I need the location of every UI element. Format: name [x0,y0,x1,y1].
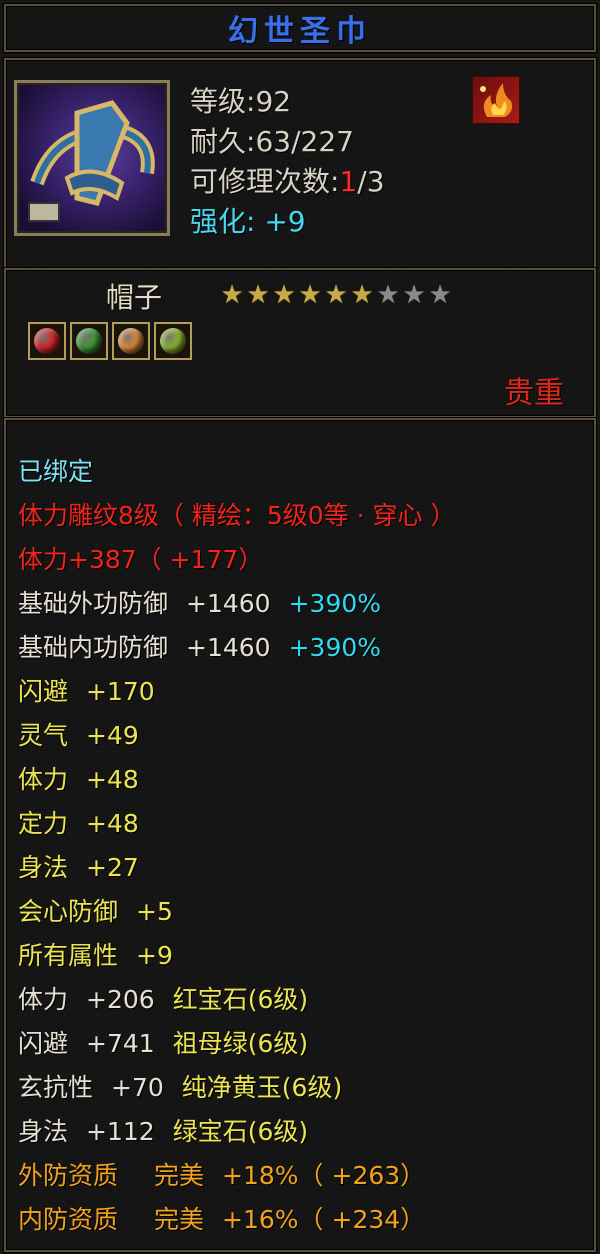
item-header: 等级:92 耐久:63/227 可修理次数:1/3 强化: +9 [4,58,596,270]
vitality-line: 体力+387（ +177） [18,545,264,574]
attribute-value: +5 [136,897,173,926]
attribute-value: +49 [86,721,139,750]
gem-attribute-value: +70 [111,1073,164,1102]
star-empty-icon: ★ [402,280,426,310]
enhance-value: +9 [264,205,306,238]
gem-name: 红宝石(6级) [172,985,309,1014]
gem-attribute-label: 玄抗性 [18,1073,94,1102]
gem-attribute-value: +206 [86,985,155,1014]
attribute-label: 所有属性 [18,941,119,970]
item-type: 帽子 [106,281,163,314]
star-filled-icon: ★ [298,280,322,310]
amber-gem-icon [112,322,150,360]
level-value: :92 [246,85,292,118]
gem-attribute-row: 体力 +206 红宝石(6级) [18,978,590,1022]
durability-line: 耐久:63/227 [190,120,354,160]
lime-gem-icon [154,322,192,360]
enhance-label: 强化: [190,205,256,238]
attribute-label: 闪避 [18,677,69,706]
title-bar: 幻世圣巾 [4,4,596,52]
star-empty-icon: ★ [376,280,400,310]
level-line: 等级:92 [190,80,291,120]
fire-element-icon [472,76,520,124]
star-filled-icon: ★ [350,280,374,310]
red-gem-icon [28,322,66,360]
attribute-label: 灵气 [18,721,69,750]
engraving-line: 体力雕纹8级（ 精绘：5级0等 · 穿心 ） [18,501,456,530]
stat-value: +1460 [186,633,271,662]
attribute-label: 体力 [18,765,69,794]
star-empty-icon: ★ [428,280,452,310]
gem-name: 纯净黄玉(6级) [181,1073,343,1102]
enhance-line: 强化: +9 [190,200,306,240]
attribute-row: 定力 +48 [18,802,590,846]
attribute-row: 闪避 +170 [18,670,590,714]
durability-value: :63/227 [246,125,354,158]
level-label: 等级 [190,85,247,118]
repair-line: 可修理次数:1/3 [190,160,385,200]
type-section: 帽子 ★ ★ ★ ★ ★ ★ ★ ★ ★ 贵重 [4,268,596,418]
star-filled-icon: ★ [324,280,348,310]
gem-name: 祖母绿(6级) [172,1029,309,1058]
attribute-row: 灵气 +49 [18,714,590,758]
attribute-list: 闪避 +170 灵气 +49 体力 +48 定力 +48 身法 +27 会心防御 +5 所有属性 +9 [18,670,590,978]
attribute-label: 定力 [18,809,69,838]
green-gem-icon [70,322,108,360]
star-filled-icon: ★ [220,280,244,310]
attribute-label: 身法 [18,853,69,882]
stat-bonus: +390% [288,589,382,618]
star-rating: ★ ★ ★ ★ ★ ★ ★ ★ ★ [220,282,452,308]
attribute-row: 身法 +27 [18,846,590,890]
external-defense-line: 基础外功防御 +1460 +390% [18,582,590,626]
aptitude-grade: 完美 [154,1205,205,1234]
gem-name: 绿宝石(6级) [172,1117,309,1146]
gem-attribute-row: 玄抗性 +70 纯净黄玉(6级) [18,1066,590,1110]
aptitude-row: 外防资质 完美 +18%（ +263） [18,1154,590,1198]
gem-attribute-row: 身法 +112 绿宝石(6级) [18,1110,590,1154]
bound-status: 已绑定 [18,457,94,486]
attribute-row: 所有属性 +9 [18,934,590,978]
aptitude-list: 外防资质 完美 +18%（ +263） 内防资质 完美 +16%（ +234） [18,1154,590,1242]
attribute-value: +9 [136,941,173,970]
aptitude-label: 内防资质 [18,1205,119,1234]
internal-defense-line: 基础内功防御 +1460 +390% [18,626,590,670]
aptitude-grade: 完美 [154,1161,205,1190]
attribute-value: +27 [86,853,139,882]
gem-attribute-list: 体力 +206 红宝石(6级) 闪避 +741 祖母绿(6级) 玄抗性 +70 纯净黄玉(6级)… [18,978,590,1154]
attribute-value: +48 [86,809,139,838]
attribute-value: +48 [86,765,139,794]
gem-attribute-label: 体力 [18,985,69,1014]
aptitude-row: 内防资质 完美 +16%（ +234） [18,1198,590,1242]
attribute-value: +170 [86,677,155,706]
stat-value: +1460 [186,589,271,618]
star-filled-icon: ★ [272,280,296,310]
attribute-row: 会心防御 +5 [18,890,590,934]
helmet-icon [14,80,170,236]
repair-total: /3 [357,165,385,198]
durability-label: 耐久 [190,125,247,158]
stat-bonus: +390% [288,633,382,662]
aptitude-label: 外防资质 [18,1161,119,1190]
repair-label: 可修理次数 [190,165,331,198]
attribute-row: 体力 +48 [18,758,590,802]
quality-label: 贵重 [504,376,564,411]
attribute-label: 会心防御 [18,897,119,926]
gem-sockets [28,322,192,360]
stat-label: 基础内功防御 [18,633,169,662]
gem-attribute-value: +741 [86,1029,155,1058]
aptitude-value: +16%（ +234） [222,1205,426,1234]
gem-attribute-row: 闪避 +741 祖母绿(6级) [18,1022,590,1066]
gem-attribute-label: 闪避 [18,1029,69,1058]
aptitude-value: +18%（ +263） [222,1161,426,1190]
star-filled-icon: ★ [246,280,270,310]
item-name: 幻世圣巾 [228,14,372,49]
gem-attribute-value: +112 [86,1117,155,1146]
repair-used: 1 [339,165,358,198]
stat-label: 基础外功防御 [18,589,169,618]
properties-panel: 已绑定 体力雕纹8级（ 精绘：5级0等 · 穿心 ） 体力+387（ +177）… [4,418,596,1252]
gem-attribute-label: 身法 [18,1117,69,1146]
